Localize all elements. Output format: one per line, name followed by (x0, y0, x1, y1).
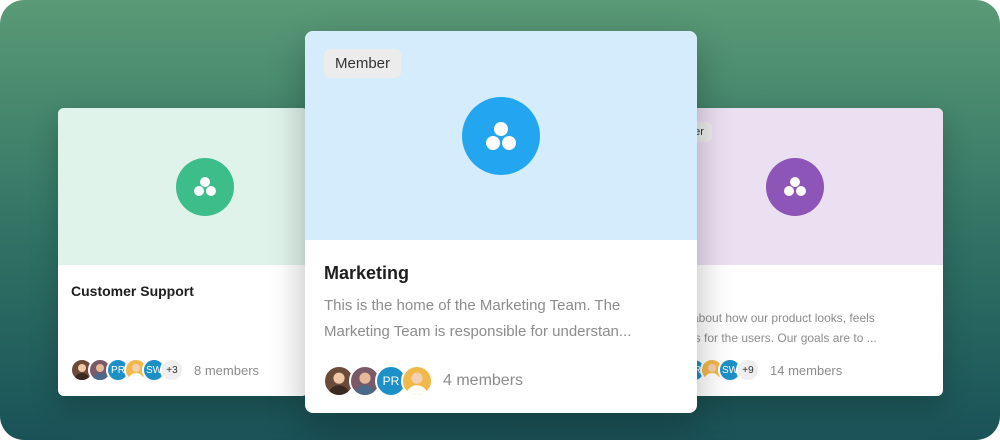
group-icon (462, 97, 540, 175)
card-description: This is the home of the Marketing Team. … (324, 293, 684, 345)
group-icon (766, 158, 824, 216)
group-icon (176, 158, 234, 216)
member-avatars: PR 4 members (323, 365, 523, 397)
card-cover (690, 108, 943, 265)
member-avatars: PR SW +9 14 members (690, 358, 842, 382)
description-line: orks for the users. Our goals are to ... (690, 331, 877, 345)
member-count: 4 members (443, 372, 524, 389)
avatar (401, 365, 433, 397)
member-count: 8 members (194, 362, 260, 378)
description-line: re about how our product looks, feels (690, 311, 875, 325)
member-count: 14 members (770, 362, 843, 378)
description-line: Marketing Team is responsible for unders… (324, 323, 632, 340)
card-title: Marketing (324, 263, 410, 283)
team-card-customer-support[interactable]: Customer Support PR SW +3 8 members (58, 108, 308, 396)
background-stage: Customer Support PR SW +3 8 members re a… (0, 0, 1000, 440)
card-description: re about how our product looks, feels or… (690, 308, 908, 348)
description-line: This is the home of the Marketing Team. … (324, 297, 621, 314)
more-members-badge: +3 (160, 358, 184, 382)
member-badge: Member (324, 49, 402, 78)
more-members-badge: +9 (736, 358, 760, 382)
team-card-product[interactable]: ber uct re about how our product looks, … (690, 108, 943, 396)
card-title: Customer Support (71, 283, 194, 299)
team-card-marketing[interactable]: Member Marketing This is the home of the… (305, 31, 697, 413)
member-avatars: PR SW +3 8 members (70, 358, 259, 382)
card-cover (58, 108, 308, 265)
